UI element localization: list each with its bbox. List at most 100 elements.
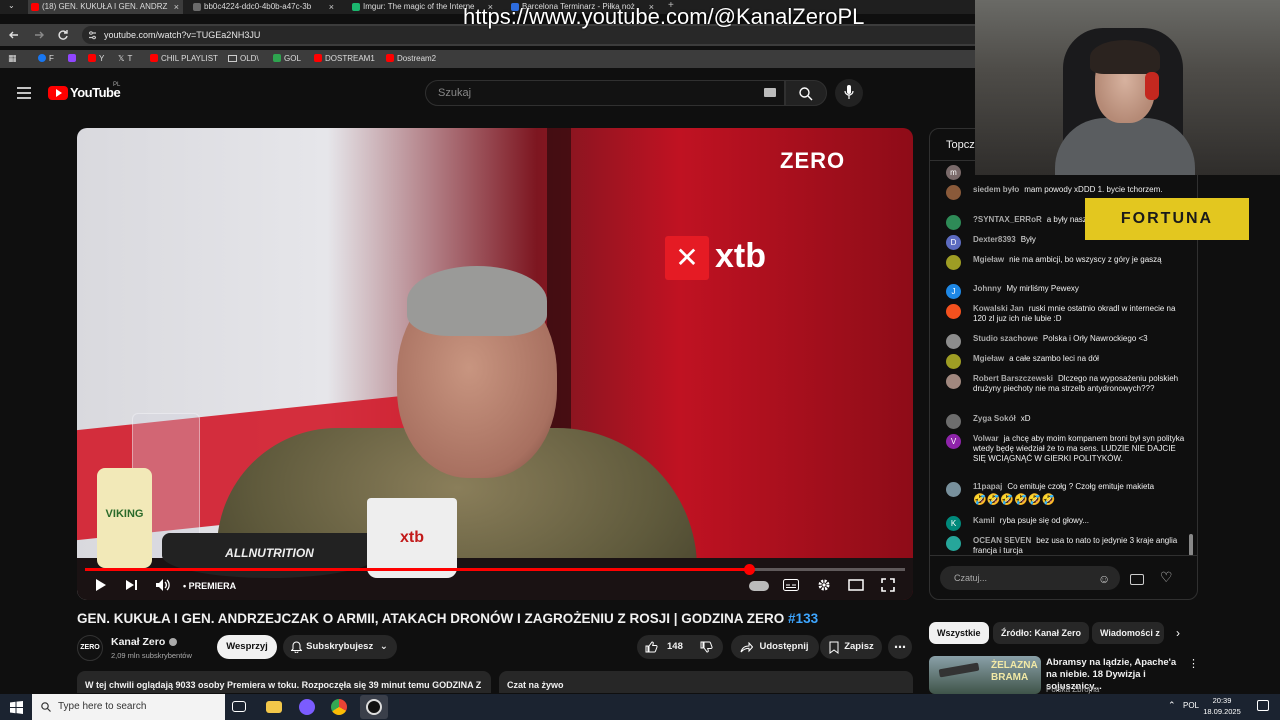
chat-avatar[interactable] <box>946 304 961 319</box>
chat-avatar[interactable]: m <box>946 165 961 180</box>
share-button[interactable]: Udostępnij <box>731 635 819 659</box>
live-chat-replay-box[interactable]: Czat na żywo <box>499 671 913 693</box>
chat-author[interactable]: ?SYNTAX_ERRoR <box>973 215 1042 224</box>
chat-author[interactable]: Zyga Sokół <box>973 414 1016 423</box>
obs-icon[interactable] <box>360 695 388 719</box>
chip-all[interactable]: Wszystkie <box>929 622 989 644</box>
emoji-icon[interactable]: ☺ <box>1098 572 1110 586</box>
chat-avatar[interactable]: K <box>946 516 961 531</box>
heart-icon[interactable]: ♡ <box>1160 569 1173 586</box>
chat-author[interactable]: Mgieław <box>973 255 1004 264</box>
description-box[interactable]: W tej chwili oglądają 9033 osoby Premier… <box>77 671 491 693</box>
chat-avatar[interactable]: J <box>946 284 961 299</box>
site-info-icon[interactable] <box>88 31 97 40</box>
recommendation-thumbnail[interactable]: ŻELAZNA BRAMA <box>929 656 1041 694</box>
chat-input[interactable]: Czatuj... <box>940 566 1120 590</box>
bookmark-gol[interactable]: GOL <box>273 53 301 65</box>
super-chat-icon[interactable] <box>1130 574 1144 585</box>
more-vert-icon[interactable]: ⋮ <box>1188 657 1199 670</box>
streamer-webcam <box>975 0 1280 175</box>
chat-avatar[interactable] <box>946 536 961 551</box>
bookmark-t[interactable]: 𝕏T <box>118 53 132 65</box>
chat-avatar[interactable] <box>946 414 961 429</box>
thumbs-down-icon[interactable] <box>700 641 713 653</box>
menu-icon[interactable] <box>17 87 31 99</box>
chevron-right-icon[interactable]: › <box>1176 626 1180 640</box>
search-input[interactable]: Szukaj <box>425 80 785 106</box>
chat-author[interactable]: Kowalski Jan <box>973 304 1024 313</box>
recommendation-channel[interactable]: Polska Zbrojna <box>1046 685 1099 694</box>
video-progress-bar[interactable] <box>85 564 905 575</box>
app-icon[interactable] <box>299 699 315 715</box>
voice-search-button[interactable] <box>835 79 863 107</box>
chat-avatar[interactable] <box>946 374 961 389</box>
chat-message-body: Volwar ja chcę aby moim kompanem broni by… <box>973 434 1188 464</box>
keyboard-icon[interactable] <box>764 88 776 97</box>
chat-avatar[interactable] <box>946 354 961 369</box>
chat-author[interactable]: Dexter8393 <box>973 235 1016 244</box>
file-explorer-icon[interactable] <box>266 701 282 713</box>
tab-uuid[interactable]: bb0c4224-ddc0-4b0b-a47c-3b × <box>190 0 338 14</box>
taskbar-clock[interactable]: 20:39 18.09.2025 <box>1202 695 1242 717</box>
chat-author[interactable]: OCEAN SEVEN <box>973 536 1031 545</box>
chat-author[interactable]: Kamil <box>973 516 995 525</box>
more-actions-button[interactable]: ⋯ <box>888 635 912 659</box>
channel-avatar[interactable]: ZERO <box>77 635 103 661</box>
chat-avatar[interactable]: V <box>946 434 961 449</box>
chat-avatar[interactable] <box>946 185 961 200</box>
fullscreen-icon[interactable] <box>881 578 895 592</box>
episode-hashtag[interactable]: #133 <box>788 611 818 626</box>
chat-author[interactable]: Volwar <box>973 434 999 443</box>
chat-avatar[interactable]: D <box>946 235 961 250</box>
support-button[interactable]: Wesprzyj <box>217 635 277 659</box>
chat-author[interactable]: 11papaj <box>973 482 1002 491</box>
chat-avatar[interactable] <box>946 334 961 349</box>
tray-chevron-up-icon[interactable]: ⌃ <box>1168 700 1176 711</box>
bookmark-chil-playlist[interactable]: CHIL PLAYLIST <box>150 53 218 65</box>
task-view-icon[interactable] <box>232 701 246 712</box>
video-player[interactable]: ✕ xtb ZERO VIKING ALLNUTRITION xtb • PREM… <box>77 128 913 600</box>
channel-name[interactable]: Kanał Zero <box>111 636 177 648</box>
windows-start-icon[interactable] <box>10 701 23 714</box>
tab-search-icon[interactable]: ⌄ <box>8 1 15 10</box>
autoplay-toggle[interactable] <box>749 581 769 591</box>
apps-grid-icon[interactable]: ▦ <box>8 53 17 64</box>
close-tab-icon[interactable]: × <box>329 0 334 14</box>
next-icon[interactable] <box>125 579 138 591</box>
notifications-icon[interactable] <box>1257 700 1269 711</box>
chat-author[interactable]: Robert Barszczewski <box>973 374 1053 383</box>
reload-icon[interactable] <box>57 29 69 41</box>
chat-author[interactable]: siedem było <box>973 185 1019 194</box>
settings-gear-icon[interactable] <box>817 578 831 592</box>
chat-author[interactable]: Mgieław <box>973 354 1004 363</box>
volume-icon[interactable] <box>155 578 171 592</box>
chip-news[interactable]: Wiadomości z <box>1092 622 1164 644</box>
chrome-icon[interactable] <box>331 699 347 715</box>
bookmark-f[interactable]: F <box>38 53 54 65</box>
chat-avatar[interactable] <box>946 482 961 497</box>
tab-youtube[interactable]: (18) GEN. KUKUŁA I GEN. ANDRZ × <box>28 0 183 14</box>
chip-source-kanal-zero[interactable]: Źródło: Kanał Zero <box>993 622 1090 644</box>
bookmark-dostream2[interactable]: Dostream2 <box>386 53 436 65</box>
subscribed-button[interactable]: Subskrybujesz ⌄ <box>283 635 397 659</box>
bookmark-old[interactable]: OLD\ <box>228 53 259 65</box>
forward-icon[interactable] <box>33 29 45 41</box>
play-icon[interactable] <box>95 578 107 592</box>
chat-scrollbar[interactable] <box>1189 534 1193 556</box>
theater-mode-icon[interactable] <box>848 579 864 591</box>
chat-avatar[interactable] <box>946 215 961 230</box>
chat-avatar[interactable] <box>946 255 961 270</box>
subtitles-icon[interactable] <box>783 579 799 591</box>
taskbar-search-input[interactable]: Type here to search <box>32 694 225 720</box>
bookmark-twitch[interactable] <box>68 53 79 65</box>
search-button[interactable] <box>785 80 827 106</box>
close-tab-icon[interactable]: × <box>174 0 179 14</box>
back-icon[interactable] <box>8 29 20 41</box>
chat-author[interactable]: Johnny <box>973 284 1001 293</box>
input-language[interactable]: POL <box>1183 701 1199 710</box>
save-button[interactable]: Zapisz <box>820 635 882 659</box>
chat-text: a były nasz <box>1046 215 1087 224</box>
chat-author[interactable]: Studio szachowe <box>973 334 1038 343</box>
bookmark-y[interactable]: Y <box>88 53 104 65</box>
bookmark-dostream1[interactable]: DOSTREAM1 <box>314 53 375 65</box>
